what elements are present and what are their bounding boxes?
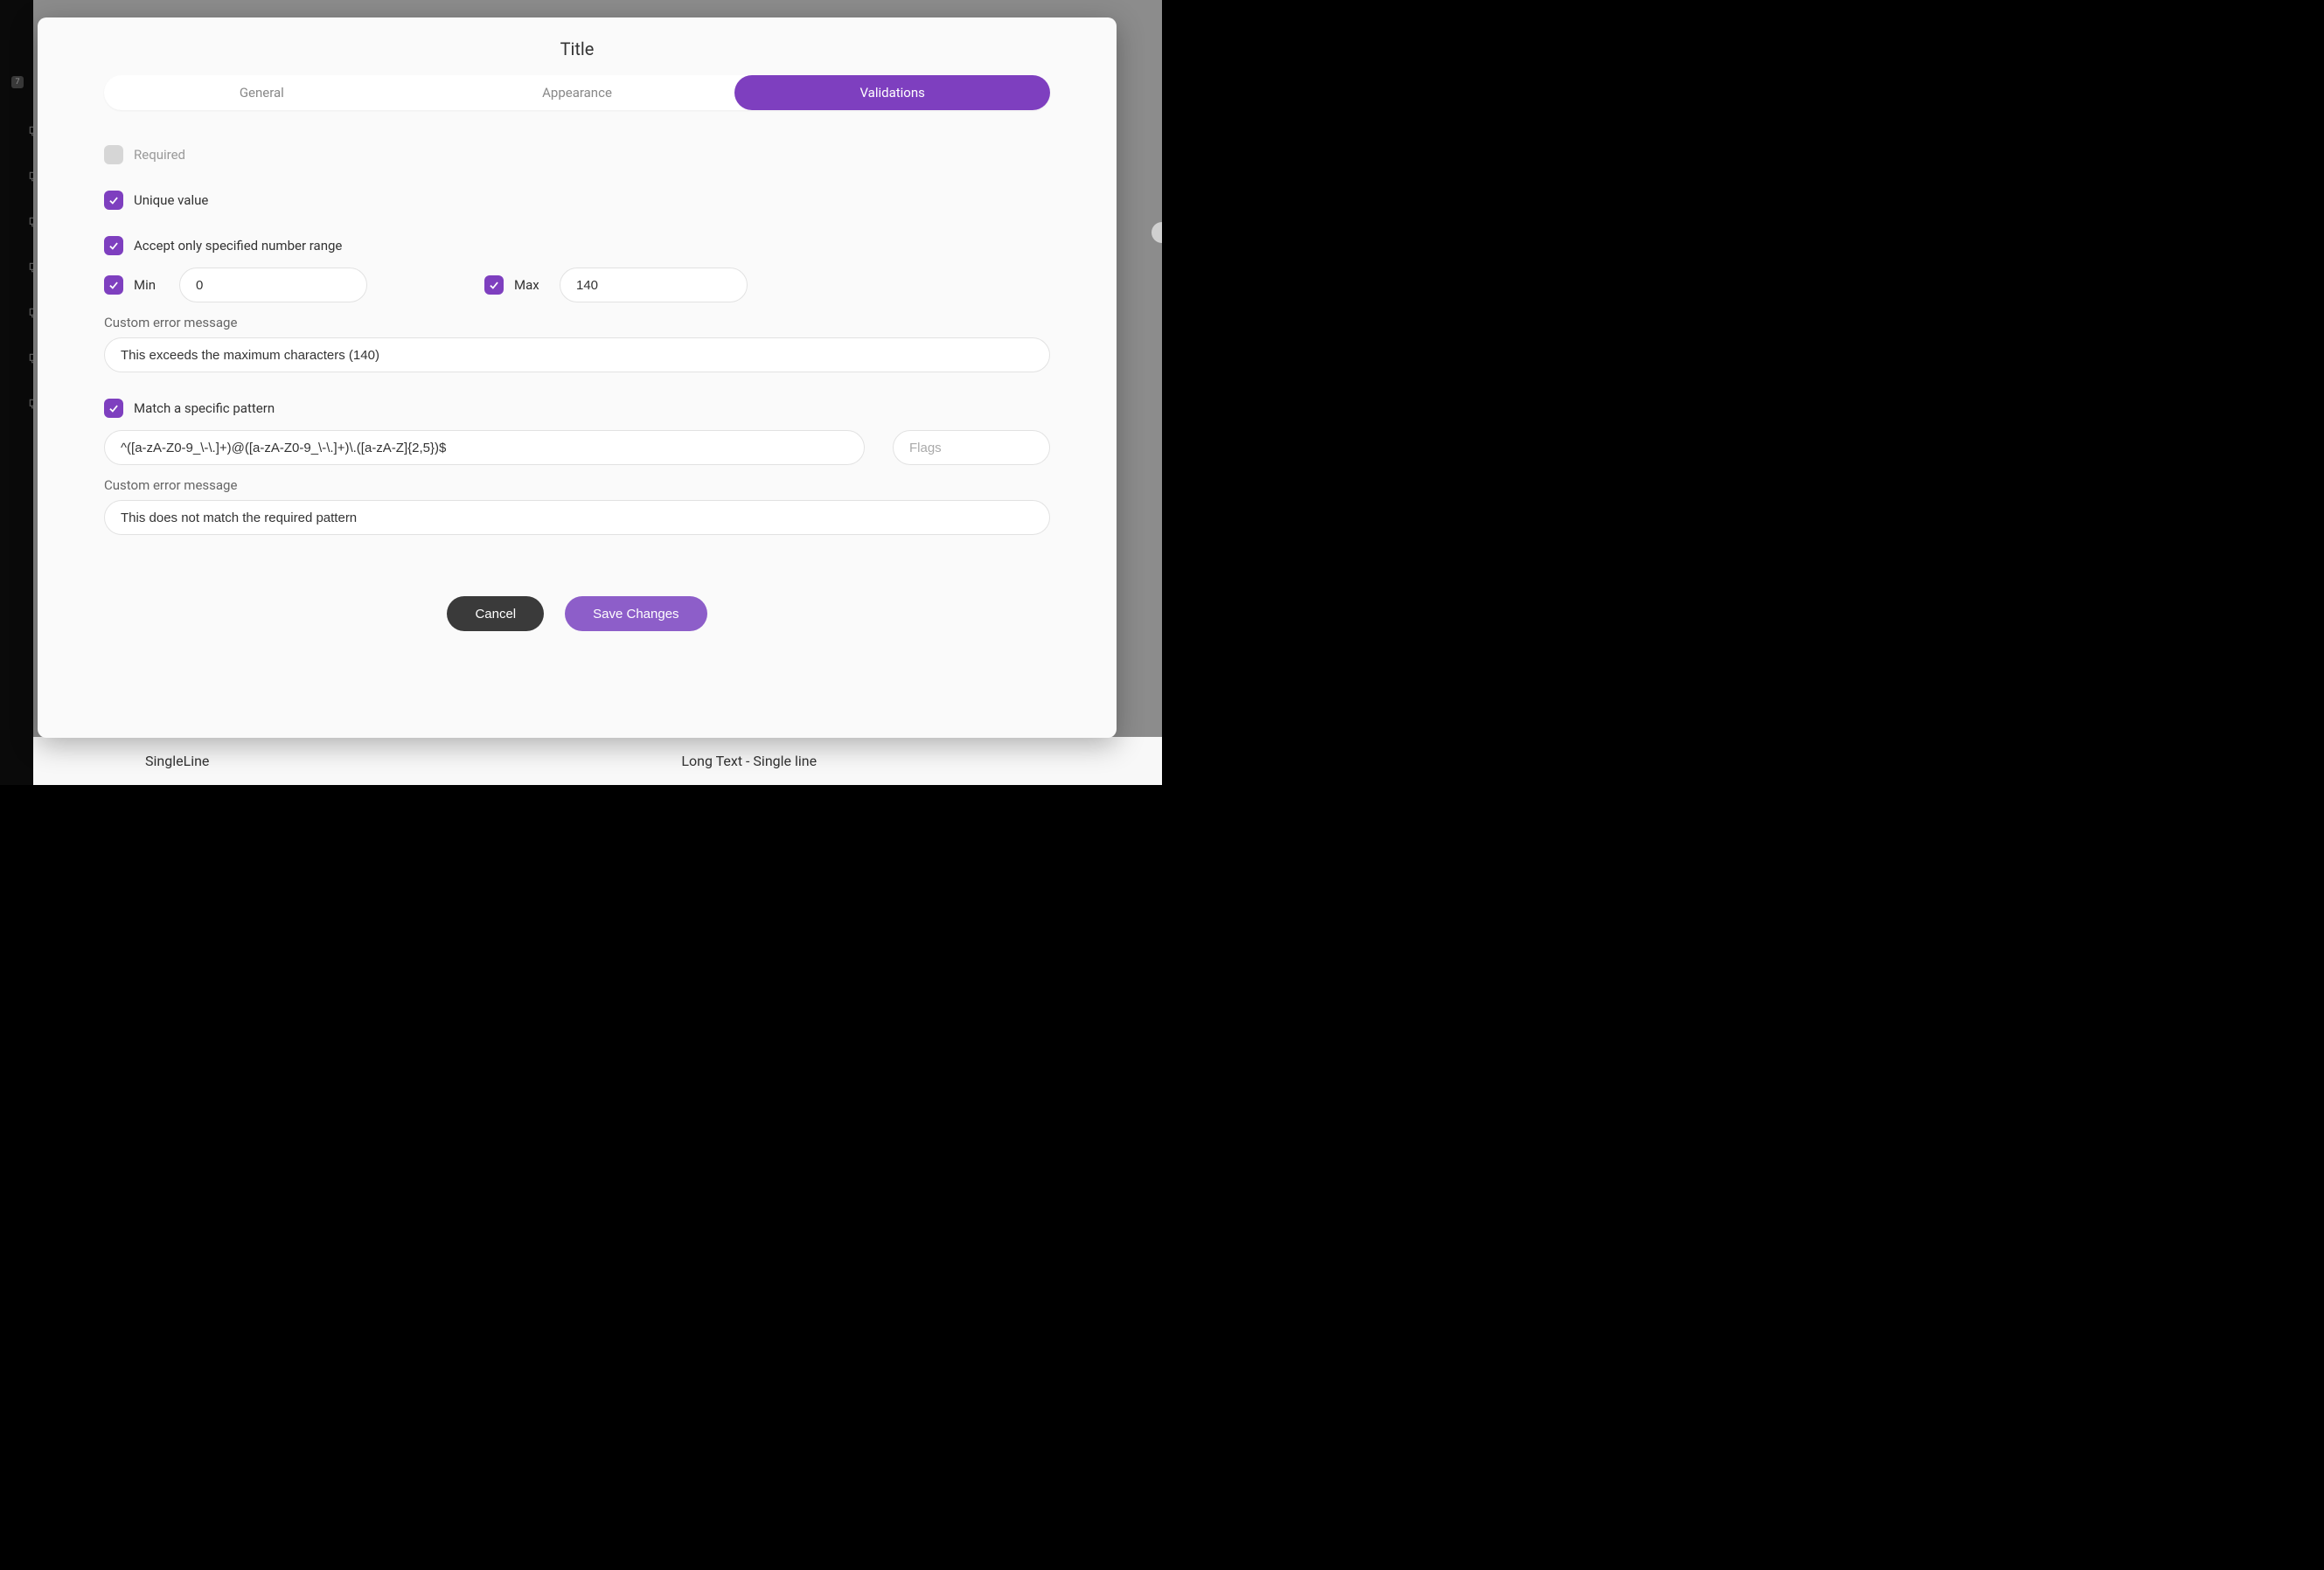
tab-general[interactable]: General xyxy=(104,75,420,110)
required-label: Required xyxy=(134,147,185,163)
background-pill xyxy=(1152,222,1162,243)
required-checkbox[interactable] xyxy=(104,145,123,164)
pattern-input[interactable] xyxy=(104,430,865,465)
bg-cell-left: SingleLine xyxy=(145,753,209,769)
modal-tabs: General Appearance Validations xyxy=(104,75,1050,110)
sidebar-badge: 7 xyxy=(11,76,24,88)
min-label: Min xyxy=(134,277,169,293)
range-error-label: Custom error message xyxy=(104,315,1050,330)
unique-label: Unique value xyxy=(134,192,208,208)
min-input[interactable] xyxy=(179,267,367,302)
tab-validations[interactable]: Validations xyxy=(734,75,1050,110)
max-input[interactable] xyxy=(560,267,748,302)
max-label: Max xyxy=(514,277,549,293)
pattern-checkbox[interactable] xyxy=(104,399,123,418)
unique-checkbox[interactable] xyxy=(104,191,123,210)
field-settings-modal: Title General Appearance Validations Req… xyxy=(38,17,1117,738)
range-checkbox[interactable] xyxy=(104,236,123,255)
app-sidebar: 7 xyxy=(0,0,33,785)
save-button[interactable]: Save Changes xyxy=(565,596,706,631)
modal-title: Title xyxy=(38,38,1117,59)
range-error-input[interactable] xyxy=(104,337,1050,372)
bg-cell-right: Long Text - Single line xyxy=(681,753,817,769)
min-checkbox[interactable] xyxy=(104,275,123,295)
tab-appearance[interactable]: Appearance xyxy=(420,75,735,110)
flags-input[interactable] xyxy=(893,430,1050,465)
background-table-row: SingleLine Long Text - Single line xyxy=(33,737,1162,785)
cancel-button[interactable]: Cancel xyxy=(447,596,544,631)
pattern-error-label: Custom error message xyxy=(104,477,1050,493)
range-label: Accept only specified number range xyxy=(134,238,342,254)
max-checkbox[interactable] xyxy=(484,275,504,295)
pattern-label: Match a specific pattern xyxy=(134,400,275,416)
pattern-error-input[interactable] xyxy=(104,500,1050,535)
